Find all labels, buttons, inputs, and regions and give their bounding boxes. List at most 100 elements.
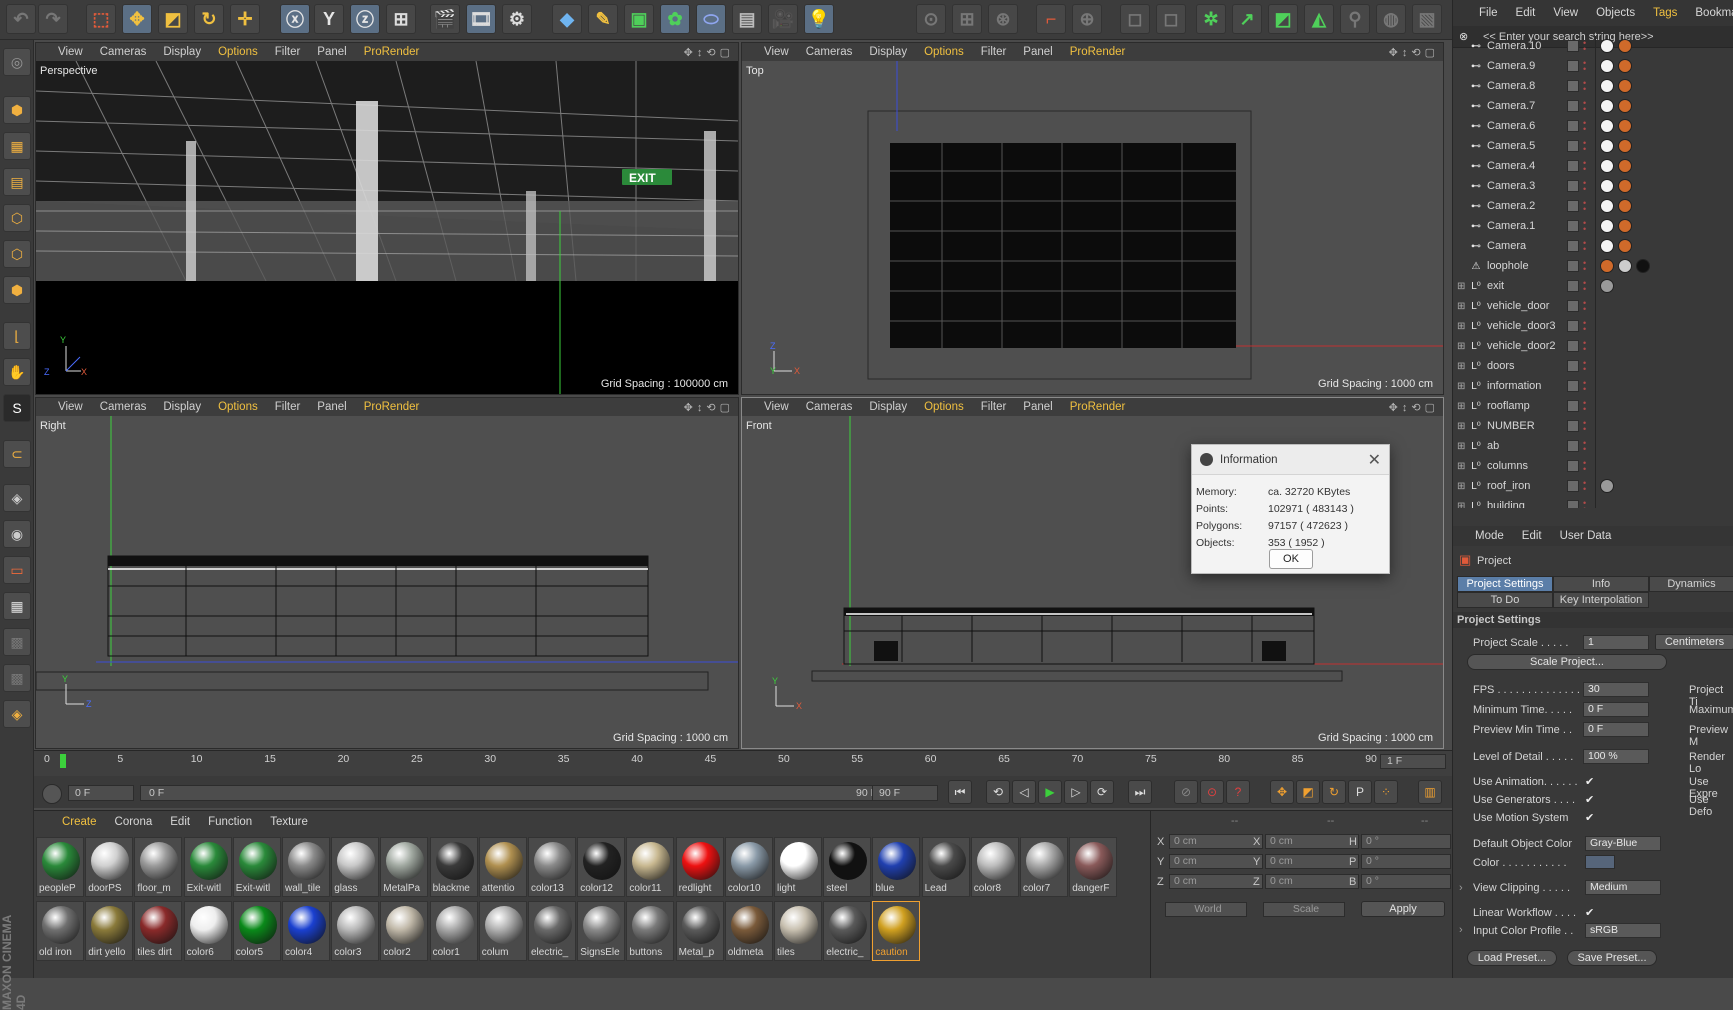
material-swatch[interactable]: caution — [872, 901, 921, 961]
menu-tags[interactable]: Tags — [1653, 7, 1677, 19]
axis-icon[interactable]: ⌊ — [3, 322, 31, 350]
visibility-toggle[interactable] — [1567, 440, 1579, 452]
protection-tag-icon[interactable] — [1600, 199, 1614, 213]
y-axis-lock-icon[interactable]: Y — [314, 4, 344, 34]
material-swatch[interactable]: color6 — [183, 901, 232, 961]
play-icon[interactable]: ▶ — [1038, 780, 1062, 804]
render-dots[interactable]: •• — [1583, 139, 1586, 154]
cloner-icon[interactable]: ✿ — [660, 4, 690, 34]
protection-tag-icon[interactable] — [1600, 99, 1614, 113]
visibility-toggle[interactable] — [1567, 40, 1579, 52]
visibility-toggle[interactable] — [1567, 420, 1579, 432]
render-picture-viewer-icon[interactable]: 🎞 — [466, 4, 496, 34]
menu-view[interactable]: View — [58, 401, 83, 413]
render-dots[interactable]: •• — [1583, 99, 1586, 114]
expand-icon[interactable]: ⊞ — [1457, 481, 1465, 492]
object-row[interactable]: ⊷ Camera.3 • • — [1453, 176, 1733, 196]
material-swatch[interactable]: SignsEle — [577, 901, 626, 961]
menu-objects[interactable]: Objects — [1596, 7, 1635, 19]
object-row[interactable]: ⊷ Camera.1 • • — [1453, 216, 1733, 236]
protection-tag-icon[interactable] — [1600, 139, 1614, 153]
sphere-grid-icon[interactable]: ◉ — [3, 520, 31, 548]
axis-mode-icon[interactable]: ⌐ — [1036, 4, 1066, 34]
expand-icon[interactable]: ⊞ — [1457, 341, 1465, 352]
menu-prorender[interactable]: ProRender — [364, 46, 420, 58]
size-z-input[interactable]: 0 cm — [1265, 874, 1359, 889]
menu-panel[interactable]: Panel — [317, 46, 346, 58]
rotation-key-icon[interactable]: ↻ — [1322, 780, 1346, 804]
menu-filter[interactable]: Filter — [275, 46, 301, 58]
menu-edit[interactable]: Edit — [1522, 530, 1542, 542]
object-row[interactable]: ⊞ L⁰ exit • • — [1453, 276, 1733, 296]
viewport-right[interactable]: View Cameras Display Options Filter Pane… — [35, 397, 739, 749]
material-swatch[interactable]: Metal_p — [675, 901, 724, 961]
expand-icon[interactable]: ⊞ — [1457, 361, 1465, 372]
visibility-toggle[interactable] — [1567, 340, 1579, 352]
visibility-toggle[interactable] — [1567, 380, 1579, 392]
camera-tag-icon[interactable] — [1618, 39, 1632, 53]
visibility-toggle[interactable] — [1567, 300, 1579, 312]
object-row[interactable]: ⊷ Camera.8 • • — [1453, 76, 1733, 96]
render-dots[interactable]: •• — [1583, 119, 1586, 134]
render-dots[interactable]: •• — [1583, 299, 1586, 314]
current-frame-field[interactable]: 1 F — [1380, 754, 1446, 769]
object-row[interactable]: ⊷ Camera • • — [1453, 236, 1733, 256]
texture-mode-icon[interactable]: ⊛ — [988, 4, 1018, 34]
workplane-icon[interactable]: ⊕ — [1072, 4, 1102, 34]
menu-cameras[interactable]: Cameras — [100, 46, 147, 58]
view-clipping-dropdown[interactable]: Medium — [1585, 880, 1661, 895]
move-tool-icon[interactable]: ✥ — [122, 4, 152, 34]
material-swatch[interactable]: wall_tile — [282, 837, 330, 897]
menu-display[interactable]: Display — [869, 46, 907, 58]
points-mode-icon[interactable]: ◻ — [1120, 4, 1150, 34]
layer-icon[interactable]: ◭ — [1304, 4, 1334, 34]
menu-view[interactable]: View — [58, 46, 83, 58]
pen-spline-icon[interactable]: ✎ — [588, 4, 618, 34]
use-generators-checkbox[interactable]: ✔ — [1585, 793, 1594, 806]
texture-icon[interactable]: ▦ — [3, 132, 31, 160]
rot-h-input[interactable]: 0 ° — [1361, 834, 1451, 849]
close-icon[interactable]: ✕ — [1368, 450, 1381, 470]
menu-bookmarks[interactable]: Bookmarks — [1695, 7, 1733, 19]
material-swatch[interactable]: doorPS — [85, 837, 134, 897]
size-x-input[interactable]: 0 cm — [1265, 834, 1359, 849]
render-dots[interactable]: •• — [1583, 159, 1586, 174]
protection-tag-icon[interactable] — [1600, 239, 1614, 253]
visibility-toggle[interactable] — [1567, 360, 1579, 372]
expand-icon[interactable]: ⊞ — [1457, 381, 1465, 392]
timeline-toggle-icon[interactable] — [42, 784, 62, 804]
visibility-toggle[interactable] — [1567, 400, 1579, 412]
render-dots[interactable]: •• — [1583, 59, 1586, 74]
object-row[interactable]: ⊷ Camera.10 • • — [1453, 36, 1733, 56]
cube-object-icon[interactable]: ◆ — [552, 4, 582, 34]
floor-icon[interactable]: ▤ — [732, 4, 762, 34]
tweak-icon[interactable]: ↗ — [1232, 4, 1262, 34]
protection-tag-icon[interactable] — [1600, 59, 1614, 73]
material-tag-icon[interactable] — [1636, 259, 1650, 273]
camera-tag-icon[interactable] — [1618, 199, 1632, 213]
points-icon[interactable]: ⬡ — [3, 204, 31, 232]
visibility-toggle[interactable] — [1567, 160, 1579, 172]
clapboard-icon[interactable]: ▦ — [3, 592, 31, 620]
material-swatch[interactable]: light — [774, 837, 822, 897]
expand-icon[interactable]: ⊞ — [1457, 401, 1465, 412]
object-row[interactable]: ⊷ Camera.6 • • — [1453, 116, 1733, 136]
material-swatch[interactable]: old iron — [36, 901, 84, 961]
coordinate-system-icon[interactable]: ⊞ — [386, 4, 416, 34]
visibility-toggle[interactable] — [1567, 480, 1579, 492]
material-tag-icon[interactable] — [1600, 279, 1614, 293]
camera-tag-icon[interactable] — [1618, 119, 1632, 133]
material-swatch[interactable]: glass — [331, 837, 380, 897]
material-tag-icon[interactable] — [1600, 479, 1614, 493]
render-dots[interactable]: •• — [1583, 459, 1586, 474]
material-swatch[interactable]: color8 — [970, 837, 1019, 897]
material-swatch[interactable]: color3 — [331, 901, 380, 961]
menu-filter[interactable]: Filter — [275, 401, 301, 413]
menu-filter[interactable]: Filter — [981, 46, 1007, 58]
polygons-icon[interactable]: ⬢ — [3, 276, 31, 304]
object-row[interactable]: ⊞ L⁰ vehicle_door2 • • — [1453, 336, 1733, 356]
menu-cameras[interactable]: Cameras — [100, 401, 147, 413]
menu-file[interactable]: File — [1479, 7, 1498, 19]
light-icon[interactable]: 💡 — [804, 4, 834, 34]
pos-x-input[interactable]: 0 cm — [1169, 834, 1263, 849]
